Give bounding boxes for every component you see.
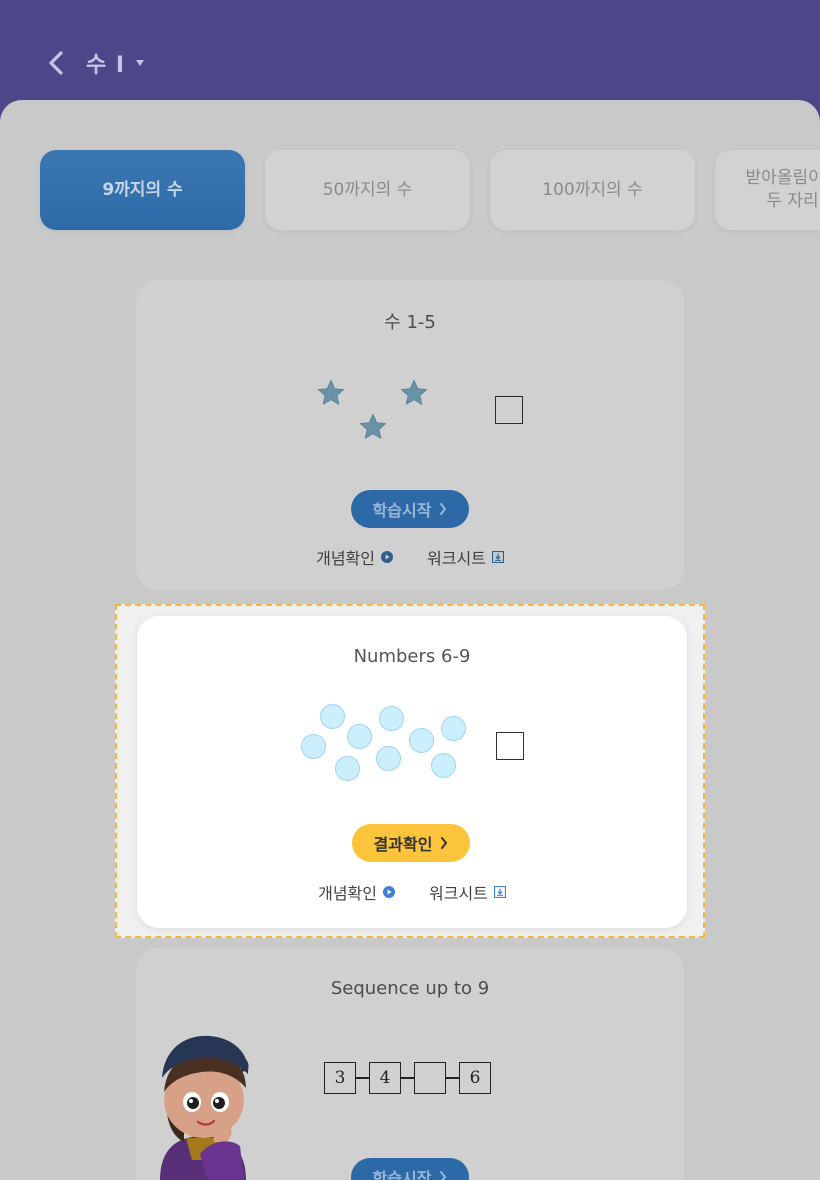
download-icon	[491, 551, 504, 563]
concept-check-link[interactable]: 개념확인	[316, 545, 393, 569]
play-icon	[383, 886, 395, 898]
chevron-right-icon	[440, 1171, 447, 1180]
card-title: 수 1-5	[384, 312, 436, 333]
tab-label: 50까지의 수	[322, 179, 413, 200]
answer-box[interactable]	[496, 732, 524, 760]
bubble-counter	[376, 746, 401, 771]
sequence-number: 6	[459, 1062, 491, 1094]
sequence-connector	[356, 1077, 369, 1079]
bubble-counter	[320, 704, 345, 729]
chevron-right-icon	[440, 503, 447, 515]
star-icon	[360, 414, 386, 439]
button-label: 학습시작	[372, 1169, 432, 1180]
bubble-counter	[347, 724, 372, 749]
start-learning-button[interactable]: 학습시작	[351, 1158, 469, 1180]
answer-box[interactable]	[495, 396, 523, 424]
link-label: 워크시트	[429, 884, 488, 903]
link-label: 개념확인	[318, 884, 377, 903]
lesson-card-numbers-1-5: 수 1-5 학습시작 개념확인 워크시트	[136, 280, 684, 590]
card-title: Sequence up to 9	[330, 978, 490, 999]
sequence-connector	[446, 1077, 459, 1079]
unit-selector[interactable]: 수 I	[86, 46, 145, 80]
tab-two-digit-carry[interactable]: 받아올림이 있는 두 자리 수	[715, 150, 820, 230]
card-title: Numbers 6-9	[353, 646, 471, 667]
worksheet-link[interactable]: 워크시트	[427, 545, 504, 569]
link-label: 개념확인	[316, 549, 375, 568]
sequence-connector	[401, 1077, 414, 1079]
bubble-counter	[379, 706, 404, 731]
bubble-counter	[441, 716, 466, 741]
current-lesson-highlight: Numbers 6-9 결과확인 개념확인 워크시트	[115, 604, 705, 938]
card-links: 개념확인 워크시트	[137, 880, 687, 904]
tab-label: 100까지의 수	[542, 179, 643, 200]
sequence-number: 4	[369, 1062, 401, 1094]
lesson-card-numbers-6-9: Numbers 6-9 결과확인 개념확인 워크시트	[137, 616, 687, 928]
bubble-counter	[301, 734, 326, 759]
chevron-left-icon	[49, 51, 63, 75]
number-sequence: 3 4 6	[324, 1062, 491, 1094]
tab-numbers-to-9[interactable]: 9까지의 수	[40, 150, 245, 230]
tab-numbers-to-100[interactable]: 100까지의 수	[490, 150, 695, 230]
bubble-counter	[335, 756, 360, 781]
bubble-counter	[431, 753, 456, 778]
tab-label: 9까지의 수	[102, 179, 183, 200]
chevron-right-icon	[441, 837, 448, 849]
button-label: 학습시작	[372, 501, 432, 520]
button-label: 결과확인	[373, 835, 433, 854]
unit-title: 수 I	[86, 53, 126, 78]
tab-numbers-to-50[interactable]: 50까지의 수	[265, 150, 470, 230]
concept-check-link[interactable]: 개념확인	[318, 880, 395, 904]
star-icon	[401, 380, 427, 405]
card-links: 개념확인 워크시트	[136, 545, 684, 569]
worksheet-link[interactable]: 워크시트	[429, 880, 506, 904]
caret-down-icon	[136, 60, 145, 66]
start-learning-button[interactable]: 학습시작	[351, 490, 469, 528]
download-icon	[493, 886, 506, 898]
check-results-button[interactable]: 결과확인	[352, 824, 470, 862]
bubble-counter	[409, 728, 434, 753]
sequence-blank-box[interactable]	[414, 1062, 446, 1094]
star-icon	[318, 380, 344, 405]
thinking-mascot-icon	[160, 1035, 249, 1180]
sequence-number: 3	[324, 1062, 356, 1094]
tab-label: 받아올림이 있는 두 자리 수	[745, 168, 820, 211]
play-icon	[381, 551, 393, 563]
content-panel: 9까지의 수 50까지의 수 100까지의 수 받아올림이 있는 두 자리 수 …	[0, 100, 820, 1180]
back-button[interactable]	[42, 48, 70, 78]
chapter-tabs: 9까지의 수 50까지의 수 100까지의 수 받아올림이 있는 두 자리 수	[40, 150, 820, 230]
link-label: 워크시트	[427, 549, 486, 568]
